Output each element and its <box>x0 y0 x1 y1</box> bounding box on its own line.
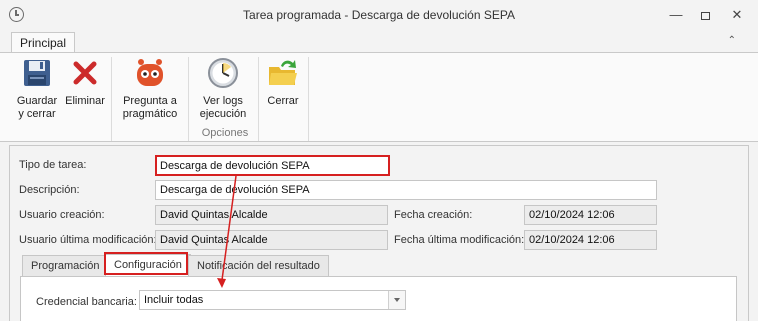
ribbon-separator <box>258 57 259 141</box>
credential-value: Incluir todas <box>144 294 204 306</box>
clock-icon <box>207 57 239 89</box>
modified-date-label: Fecha última modificación: <box>394 234 525 246</box>
ribbon-separator <box>188 57 189 141</box>
close-label: Cerrar <box>267 95 299 107</box>
save-label-1: Guardar <box>16 95 58 107</box>
task-type-highlight <box>155 155 390 176</box>
ask-pragmatico-button[interactable]: Pregunta a pragmático <box>118 57 182 121</box>
delete-label: Eliminar <box>65 95 105 107</box>
ribbon: Guardar y cerrar Eliminar Pregunta a pra… <box>0 52 758 142</box>
group-label-opciones: Opciones <box>201 127 249 139</box>
configuration-tab-highlight <box>104 252 188 275</box>
view-logs-button[interactable]: Ver logs ejecución <box>195 57 251 121</box>
floppy-disk-icon <box>21 57 53 89</box>
save-and-close-button[interactable]: Guardar y cerrar <box>14 57 60 121</box>
modified-user-field: David Quintas Alcalde <box>155 230 388 250</box>
restore-icon <box>700 11 710 20</box>
ribbon-tab-row: Principal ⌃ <box>0 30 758 53</box>
close-button[interactable]: Cerrar <box>262 57 304 108</box>
description-field[interactable]: Descarga de devolución SEPA <box>155 180 657 200</box>
ask-label-1: Pregunta a <box>123 95 177 107</box>
window-title: Tarea programada - Descarga de devolució… <box>243 8 515 22</box>
delete-button[interactable]: Eliminar <box>64 57 106 108</box>
tab-programacion[interactable]: Programación <box>22 255 109 276</box>
creation-date-label: Fecha creación: <box>394 209 473 221</box>
minimize-button[interactable]: — <box>665 5 687 25</box>
folder-arrow-icon <box>267 57 299 89</box>
save-label-2: y cerrar <box>18 108 56 120</box>
ribbon-separator <box>308 57 309 141</box>
modified-user-label: Usuario última modificación: <box>19 234 157 246</box>
logs-label-2: ejecución <box>199 108 247 120</box>
robot-icon <box>134 57 166 89</box>
chevron-down-icon[interactable] <box>388 291 405 309</box>
task-type-label: Tipo de tarea: <box>19 159 87 171</box>
creation-user-label: Usuario creación: <box>19 209 105 221</box>
tab-notificacion[interactable]: Notificación del resultado <box>188 255 329 276</box>
creation-date-field: 02/10/2024 12:06 <box>524 205 657 225</box>
logs-label-1: Ver logs <box>203 95 243 107</box>
ribbon-separator <box>111 57 112 141</box>
maximize-button[interactable] <box>694 5 716 25</box>
red-x-icon <box>69 57 101 89</box>
tab-principal[interactable]: Principal <box>11 32 76 53</box>
chevron-up-icon[interactable]: ⌃ <box>728 35 736 46</box>
close-window-button[interactable]: ✕ <box>726 5 748 25</box>
modified-date-field: 02/10/2024 12:06 <box>524 230 657 250</box>
description-label: Descripción: <box>19 184 80 196</box>
ask-label-2: pragmático <box>122 108 178 120</box>
creation-user-field: David Quintas Alcalde <box>155 205 388 225</box>
credential-select[interactable]: Incluir todas <box>139 290 406 310</box>
credential-label: Credencial bancaria: <box>36 296 137 308</box>
title-bar: Tarea programada - Descarga de devolució… <box>0 0 758 30</box>
